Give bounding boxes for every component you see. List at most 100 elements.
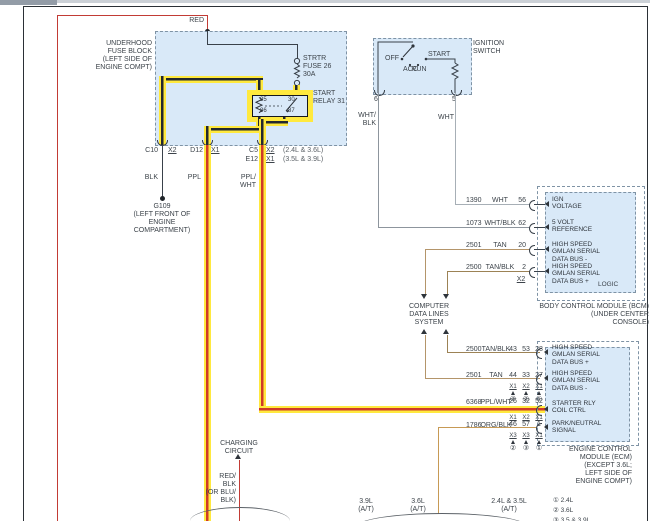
connector-c10-name: C10	[134, 147, 158, 155]
ecm-row3-variant2: ①	[531, 445, 547, 453]
flow-arrow-up-icon	[421, 329, 427, 334]
pin-stub	[534, 204, 545, 205]
trace-pplwht-v	[259, 145, 266, 413]
bcm-row0-pin: 56	[510, 197, 526, 205]
relay-pin86-label: 86	[260, 108, 267, 114]
connector-e12-name: E12	[234, 156, 258, 164]
wire-2500-h-top	[447, 271, 530, 272]
trace-85-h	[159, 76, 263, 83]
bcm-row1-pin: 62	[510, 220, 526, 228]
wire-whtblk-v	[378, 93, 379, 227]
pin-arc-icon	[529, 200, 535, 211]
connector-e12-conn: X1	[266, 156, 275, 164]
wire-red-left	[57, 15, 58, 521]
variant-arrow-up-icon	[511, 440, 515, 444]
fuse-block-title: UNDERHOOD FUSE BLOCK (LEFT SIDE OF ENGIN…	[86, 40, 152, 72]
flow-arrow-down-icon	[421, 294, 427, 299]
bcm-row3-conn: X2	[514, 276, 528, 284]
bottom-group-39l: 3.9L (A/T)	[346, 498, 386, 514]
ignition-run-label: RUN	[411, 66, 427, 74]
wire-2500-v-bot	[447, 335, 448, 353]
relay-pin87-label: 87	[288, 108, 295, 114]
page-border-left	[23, 6, 24, 521]
bcm-row3-label: HIGH SPEED GMLAN SERIAL DATA BUS +	[552, 263, 600, 285]
ecm-row1-conn2: X1	[531, 384, 547, 391]
connector-c5-conn: X2	[266, 147, 275, 155]
connector-d12-name: D12	[179, 147, 203, 155]
bottom-group-36l: 3.6L (A/T)	[398, 498, 438, 514]
bottom-group-24-35l: 2.4L & 3.5L (A/T)	[478, 498, 540, 514]
relay-label: START RELAY 31	[313, 90, 345, 106]
ignition-off-label: OFF	[381, 55, 399, 63]
connector-c10-conn: X2	[168, 147, 177, 155]
legend-line-1: ① 2.4L	[553, 497, 573, 504]
pin-stub	[534, 249, 545, 250]
variant-arrow-up-icon	[511, 391, 515, 395]
pin-arrow-icon	[544, 406, 548, 412]
legend-line-3: ③ 3.5 & 3.9L	[553, 517, 590, 521]
wire-orgblk-h	[438, 427, 536, 428]
connector-d12-conn: X1	[211, 147, 220, 155]
wire-blk	[162, 145, 163, 197]
pin-arrow-icon	[545, 201, 549, 207]
variant-arrow-up-icon	[537, 391, 541, 395]
bcm-logic-label: LOGIC	[598, 281, 618, 288]
connector-c5-note: (2.4L & 3.6L)	[283, 147, 323, 155]
ground-label: G109 (LEFT FRONT OF ENGINE COMPARTMENT)	[121, 203, 203, 235]
wire-2500-v-top	[447, 271, 448, 294]
wire-orgblk-v	[438, 427, 439, 514]
flow-arrow-down-icon	[443, 294, 449, 299]
wire-red-top	[57, 15, 208, 16]
page-border-right	[647, 6, 648, 521]
variant-arrow-up-icon	[524, 391, 528, 395]
bcm-row2-label: HIGH SPEED GMLAN SERIAL DATA BUS -	[552, 241, 600, 263]
ecm-row0-pin2: 28	[531, 346, 547, 354]
ecm-row2-pin2: 52	[531, 398, 547, 406]
variant-arrow-up-icon	[537, 440, 541, 444]
top-edge-bar	[0, 0, 650, 3]
wire-pplwht-label: PPL/ WHT	[226, 174, 256, 190]
wire-wht-v	[455, 93, 456, 204]
pin-arc-icon	[529, 223, 535, 234]
bottom-brace-right	[356, 513, 528, 521]
pin-arc-icon	[529, 245, 535, 256]
trace-pplwht-h	[259, 406, 545, 413]
wire-whtblk-label: WHT/ BLK	[350, 112, 376, 128]
ecm-row2-label: STARTER RLY COIL CTRL	[552, 400, 596, 415]
pin-arrow-icon	[545, 246, 549, 252]
top-scrollbar-thumb	[0, 0, 57, 5]
ignition-start-label: START	[428, 51, 450, 59]
wire-blk-label: BLK	[134, 174, 158, 182]
pin-arrow-icon	[545, 224, 549, 230]
data-lines-label: COMPUTER DATA LINES SYSTEM	[396, 303, 462, 327]
pin-stub	[534, 271, 545, 272]
wire-redblk-label: RED/ BLK (OR BLU/ BLK)	[198, 473, 236, 505]
ecm-row3-conn2: X1	[531, 433, 547, 440]
ecm-row3-label: PARK/NEUTRAL SIGNAL	[552, 420, 601, 435]
relay-pin30-label: 30	[288, 97, 295, 103]
wire-2501-v-bot	[425, 335, 426, 379]
ecm-row0-label: HIGH SPEED GMLAN SERIAL DATA BUS +	[552, 344, 600, 366]
bcm-row1-label: 5 VOLT REFERENCE	[552, 219, 592, 234]
ecm-row1-pin2: 27	[531, 372, 547, 380]
legend-line-2: ② 3.6L	[553, 507, 573, 514]
pin-stub	[534, 227, 545, 228]
wire-wht-label: WHT	[428, 114, 454, 122]
fuse-label: STRTR FUSE 26 30A	[303, 55, 331, 79]
wire-2501-v-top	[425, 249, 426, 294]
ground-icon	[160, 196, 165, 201]
fuse-icon	[292, 57, 302, 87]
charging-arrow-up-icon	[235, 454, 241, 459]
bcm-row0-circuit: 1390	[466, 197, 482, 205]
pin-arrow-icon	[545, 268, 549, 274]
wire-feed-h	[207, 44, 298, 45]
bcm-row1-circuit: 1073	[466, 220, 482, 228]
ecm-row1-label: HIGH SPEED GMLAN SERIAL DATA BUS -	[552, 370, 600, 392]
wiring-diagram-page: RED UNDERHOOD FUSE BLOCK (LEFT SIDE OF E…	[0, 0, 650, 521]
trace-86-h	[204, 126, 263, 133]
page-border-top	[23, 6, 648, 7]
trace-85-down	[159, 76, 166, 145]
bcm-title: BODY CONTROL MODULE (BCM) (UNDER CENTER …	[500, 303, 649, 327]
ignition-switch-title: IGNITION SWITCH	[473, 40, 504, 56]
connector-e12-note: (3.5L & 3.9L)	[283, 156, 323, 164]
